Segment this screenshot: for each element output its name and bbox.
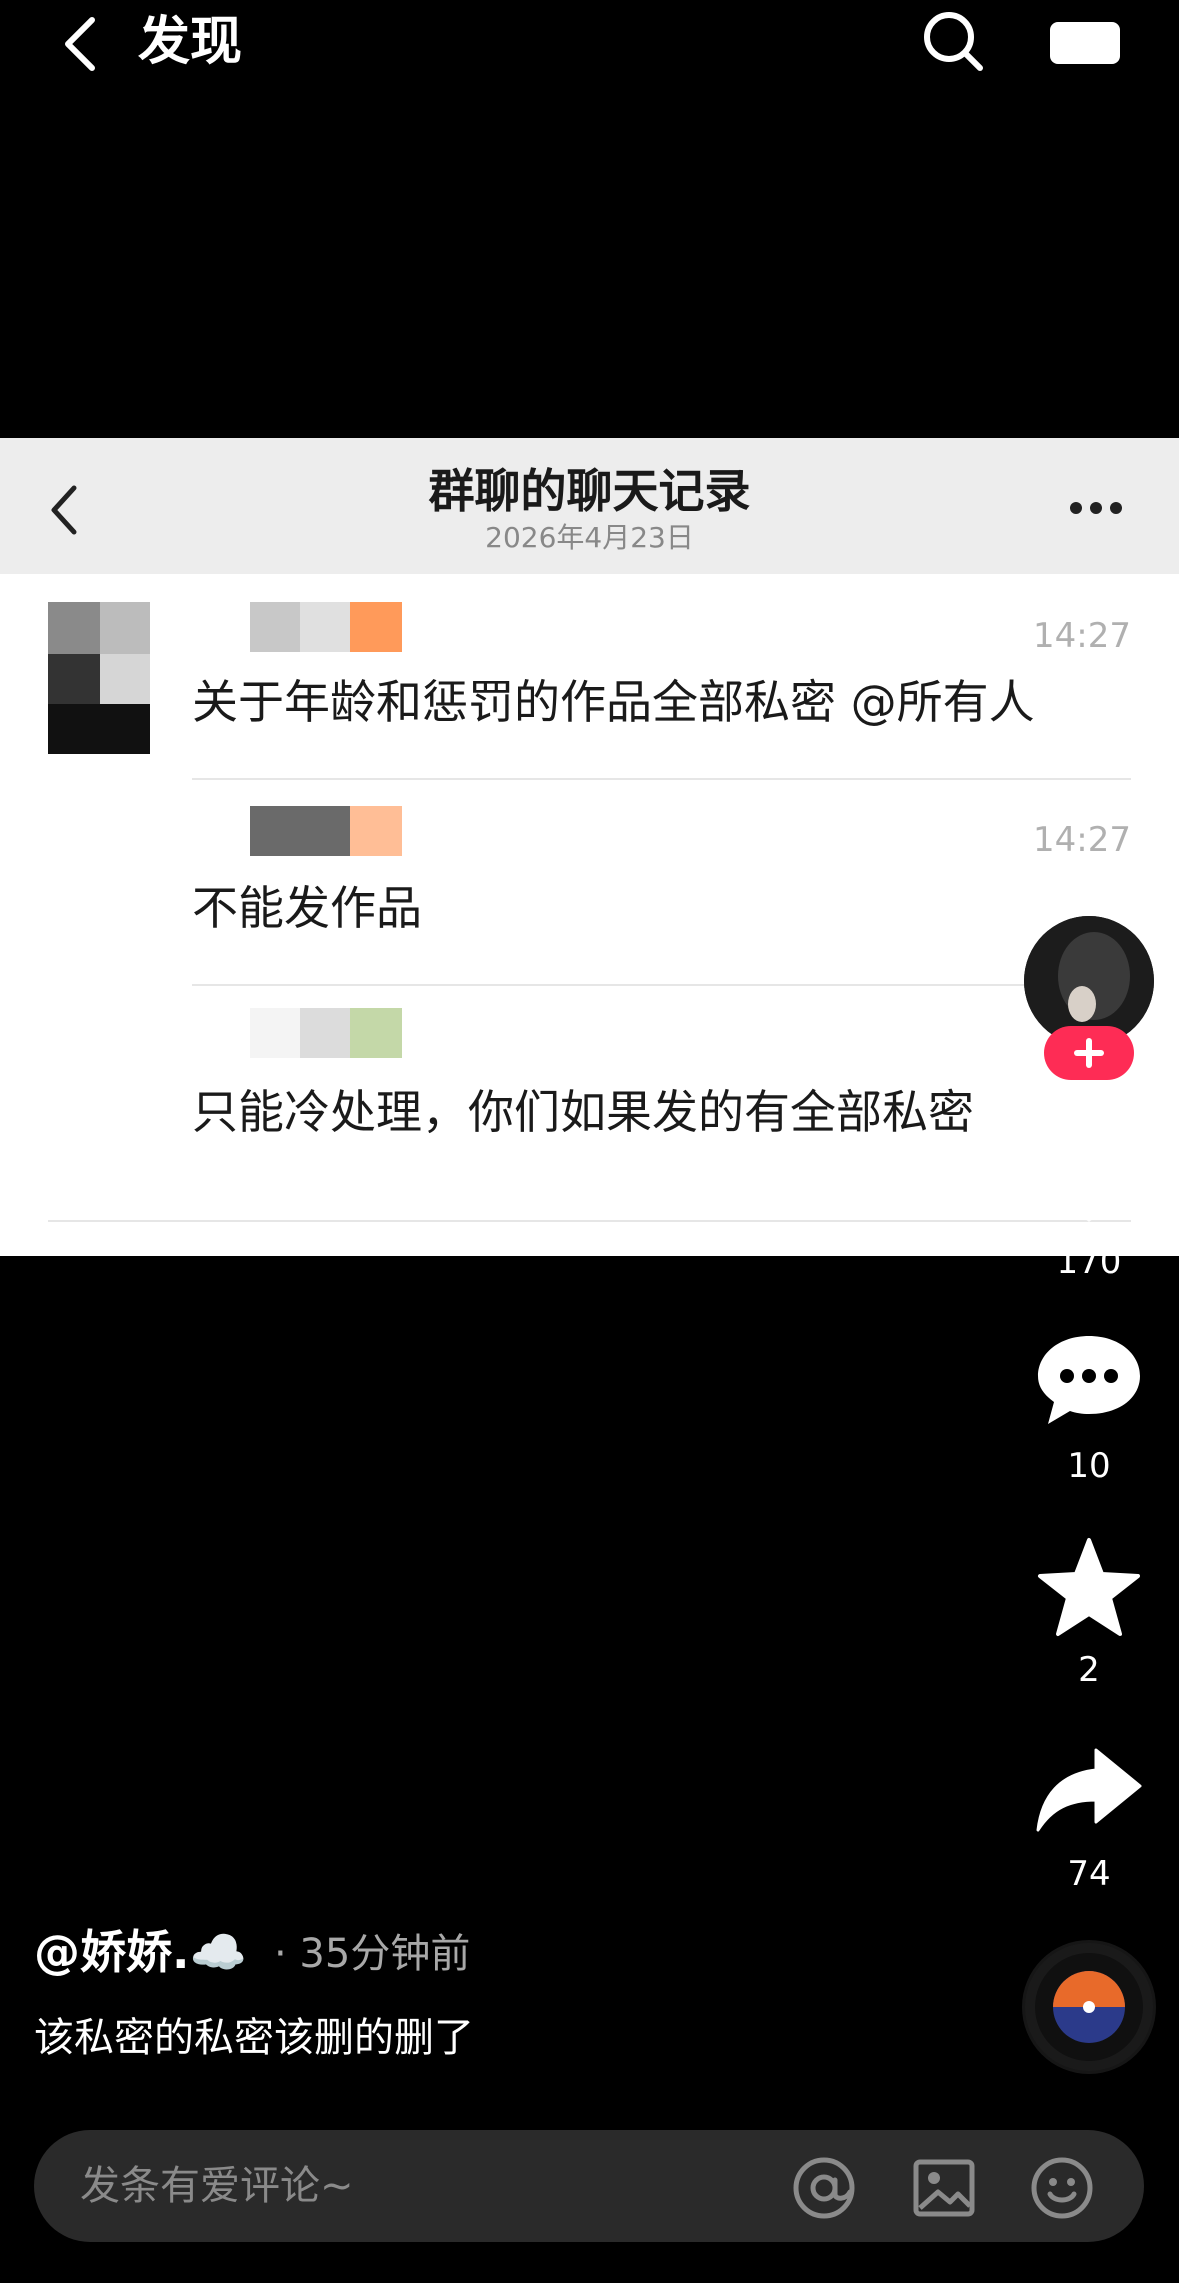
more-icon [1070,502,1122,514]
back-icon[interactable] [58,14,102,74]
post-caption: 该私密的私密该删的删了 [34,2015,474,2061]
chat-title: 群聊的聊天记录 [428,464,751,518]
comment-icon[interactable] [1034,1332,1144,1428]
avatar [48,602,150,754]
sender-name-blurred [250,1008,402,1058]
emoji-icon[interactable] [1030,2156,1094,2220]
chat-screenshot: 群聊的聊天记录 2026年4月23日 14:27 关于年龄和惩罚的作品全部私密 … [0,438,1179,1256]
music-disc-icon[interactable] [1022,1940,1156,2074]
page-title: 发现 [138,12,243,72]
author-handle[interactable]: @娇娇.☁️ [34,1920,247,1984]
message-time: 14:27 [1033,616,1131,656]
search-icon[interactable] [920,8,986,74]
divider [48,1220,1131,1222]
comment-count: 10 [1067,1446,1111,1486]
share-icon[interactable] [1034,1746,1144,1836]
message-text: 只能冷处理，你们如果发的有全部私密 [192,1085,974,1139]
message-time: 14:27 [1033,820,1131,860]
message-text: 不能发作品 [192,881,422,935]
share-count: 74 [1067,1854,1111,1894]
image-icon[interactable] [912,2156,976,2220]
sender-name-blurred [250,806,402,856]
plus-icon [1074,1038,1104,1068]
message-text: 关于年龄和惩罚的作品全部私密 @所有人 [192,675,1035,729]
chat-date: 2026年4月23日 [485,521,694,554]
music-cover [1025,1943,1153,2071]
at-icon[interactable] [792,2156,856,2220]
post-time: · 35分钟前 [274,1931,471,1977]
comment-placeholder: 发条有爱评论~ [80,2163,354,2209]
divider [192,984,1131,986]
star-icon[interactable] [1034,1536,1144,1640]
favorite-count: 2 [1078,1650,1100,1690]
heart-icon[interactable] [1034,1130,1144,1230]
follow-button[interactable] [1044,1026,1134,1080]
sender-name-blurred [250,602,402,652]
divider [192,778,1131,780]
chat-header: 群聊的聊天记录 2026年4月23日 [0,438,1179,574]
video-camera-icon[interactable] [1050,20,1120,66]
like-count: 170 [1056,1242,1122,1282]
comment-input[interactable]: 发条有爱评论~ [34,2130,1144,2242]
